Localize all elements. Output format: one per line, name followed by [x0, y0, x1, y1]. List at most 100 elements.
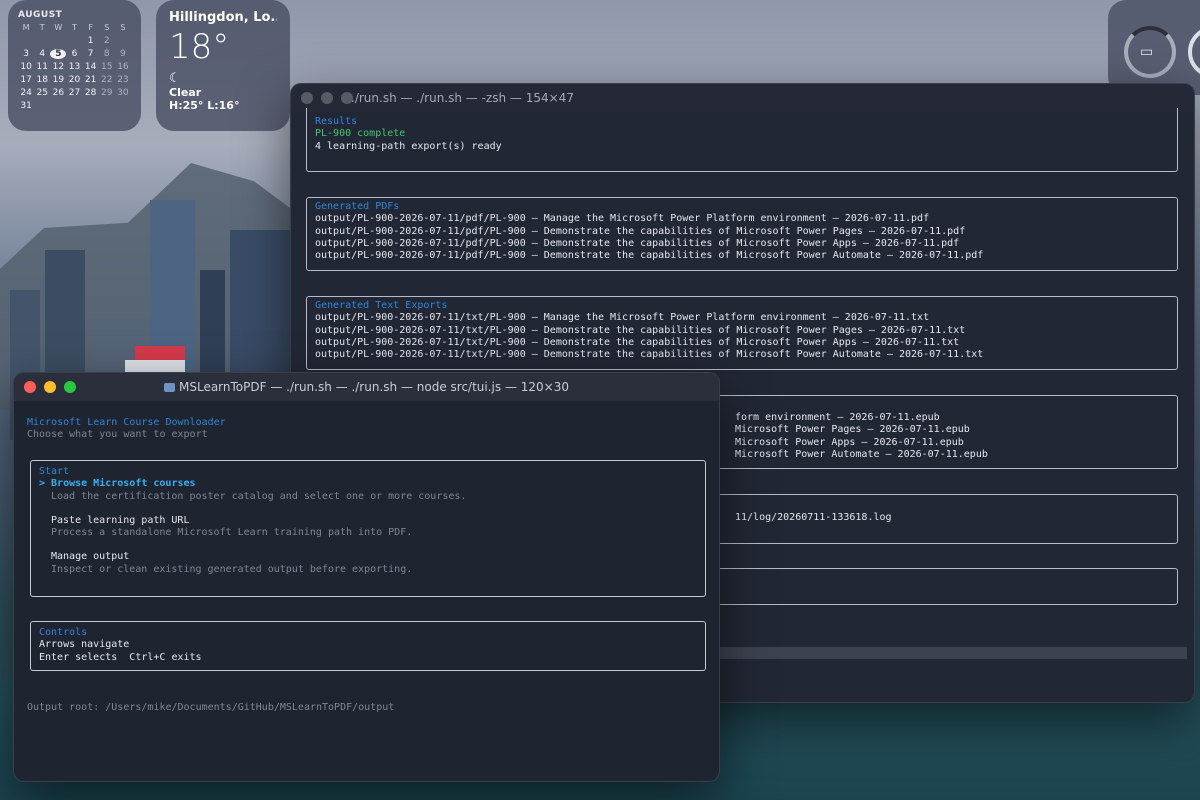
controls-panel: Controls Arrows navigate Enter selects C…: [30, 621, 706, 671]
calendar-day: 23: [117, 75, 129, 85]
calendar-day: 3: [23, 49, 29, 59]
app-header: Microsoft Learn Course Downloader Choose…: [27, 417, 226, 442]
calendar-day: 18: [36, 75, 48, 85]
epub-line[interactable]: Microsoft Power Automate – 2026-07-11.ep…: [735, 449, 1169, 461]
calendar-day: 11: [36, 62, 48, 72]
results-panel: Results PL-900 complete 4 learning-path …: [306, 108, 1178, 172]
calendar-day: 20: [68, 75, 81, 85]
controls-heading: Controls: [39, 627, 88, 638]
weather-condition: Clear: [169, 86, 202, 99]
weather-widget[interactable]: Hillingdon, Lo... ➤ 18° ☾ Clear H:25° L:…: [156, 0, 290, 131]
controls-line: Arrows navigate: [39, 639, 130, 651]
calendar-day: 31: [20, 101, 32, 111]
start-menu-panel: Start > Browse Microsoft courses Load th…: [30, 460, 706, 597]
battery-ring: ▭: [1124, 26, 1176, 78]
front-terminal-window[interactable]: MSLearnToPDF — ./run.sh — ./run.sh — nod…: [13, 372, 720, 782]
calendar-day: 27: [68, 88, 81, 98]
epub-line[interactable]: form environment – 2026-07-11.epub: [735, 412, 1169, 424]
calendar-day: 2: [103, 36, 110, 46]
calendar-weekday: S: [120, 23, 126, 32]
calendar-day: 13: [68, 62, 81, 72]
calendar-weekday: F: [88, 23, 93, 32]
log-line[interactable]: 11/log/20260711-133618.log: [735, 512, 1169, 524]
calendar-month: AUGUST: [18, 10, 63, 20]
calendar-day: [115, 101, 131, 111]
laptop-icon: ▭: [1140, 44, 1154, 60]
calendar-day: [50, 101, 66, 111]
menu-option-label: Paste learning path URL: [51, 514, 190, 526]
calendar-day: [66, 101, 82, 111]
menu-option-paste-url[interactable]: Paste learning path URL Process a standa…: [39, 515, 697, 540]
wallpaper-building: [135, 346, 185, 360]
txt-line[interactable]: output/PL-900-2026-07-11/txt/PL-900 – De…: [315, 325, 1169, 337]
epub-line[interactable]: Microsoft Power Pages – 2026-07-11.epub: [735, 424, 1169, 436]
calendar-day: [34, 101, 50, 111]
calendar-day: 21: [84, 75, 97, 85]
moon-icon: ☾: [169, 71, 181, 86]
calendar-weekday: M: [22, 23, 30, 32]
txt-line[interactable]: output/PL-900-2026-07-11/txt/PL-900 – De…: [315, 337, 1169, 349]
calendar-day: 6: [71, 49, 78, 59]
front-terminal-titlebar[interactable]: MSLearnToPDF — ./run.sh — ./run.sh — nod…: [14, 373, 719, 401]
menu-option-manage-output[interactable]: Manage output Inspect or clean existing …: [39, 551, 697, 576]
weather-high-low: H:25° L:16°: [169, 99, 240, 112]
calendar-widget[interactable]: AUGUST M T W T F S S 1 2 3 4 5 6 7 8 9 10 11 12 13 14 15 16 17 1…: [8, 0, 141, 131]
pdf-line[interactable]: output/PL-900-2026-07-11/pdf/PL-900 – De…: [315, 226, 1169, 238]
calendar-day: 19: [52, 75, 65, 85]
menu-option-browse-courses[interactable]: > Browse Microsoft courses Load the cert…: [39, 478, 697, 503]
calendar-day: [66, 36, 82, 46]
front-terminal-title: MSLearnToPDF — ./run.sh — ./run.sh — nod…: [179, 380, 569, 394]
calendar-day: 10: [20, 62, 32, 72]
calendar-day: 7: [87, 49, 94, 59]
calendar-day: 22: [101, 75, 113, 85]
calendar-day: [83, 101, 99, 111]
controls-line: Enter selects Ctrl+C exits: [39, 651, 202, 663]
start-heading: Start: [39, 466, 70, 477]
calendar-day: [115, 36, 131, 46]
app-title: Microsoft Learn Course Downloader: [27, 417, 226, 428]
pdfs-heading: Generated PDFs: [315, 201, 400, 212]
calendar-day: [99, 101, 115, 111]
calendar-day: 1: [87, 36, 94, 46]
epub-line[interactable]: Microsoft Power Apps – 2026-07-11.epub: [735, 437, 1169, 449]
txt-line[interactable]: output/PL-900-2026-07-11/txt/PL-900 – De…: [315, 349, 1169, 361]
menu-option-description: Inspect or clean existing generated outp…: [51, 563, 413, 575]
calendar-weekday: T: [39, 23, 45, 32]
back-terminal-title: ./run.sh — ./run.sh — -zsh — 154×47: [351, 91, 574, 105]
calendar-day: 30: [117, 88, 129, 98]
minimize-button[interactable]: [321, 92, 333, 104]
calendar-day: 15: [101, 62, 113, 72]
menu-option-label: Manage output: [51, 551, 130, 563]
pdf-line[interactable]: output/PL-900-2026-07-11/pdf/PL-900 – Ma…: [315, 213, 1169, 225]
calendar-day: 9: [120, 49, 126, 59]
calendar-day: 16: [117, 62, 129, 72]
calendar-weekday: T: [72, 23, 77, 32]
calendar-day: 4: [39, 49, 46, 59]
results-status: PL-900 complete: [315, 128, 406, 140]
calendar-grid: M T W T F S S 1 2 3 4 5 6 7 8 9 10 11 12 13 14 15 16 17 18 19 20 21…: [18, 23, 131, 111]
weather-temperature: 18°: [169, 27, 230, 67]
results-heading: Results: [315, 116, 358, 127]
calendar-day: 14: [84, 62, 97, 72]
output-root-path: Output root: /Users/mike/Documents/GitHu…: [27, 702, 395, 713]
results-summary: 4 learning-path export(s) ready: [315, 140, 502, 152]
calendar-day: [50, 36, 66, 46]
pdf-line[interactable]: output/PL-900-2026-07-11/pdf/PL-900 – De…: [315, 238, 1169, 250]
calendar-day: 28: [84, 88, 97, 98]
txt-line[interactable]: output/PL-900-2026-07-11/txt/PL-900 – Ma…: [315, 312, 1169, 324]
front-terminal-title-row: MSLearnToPDF — ./run.sh — ./run.sh — nod…: [14, 380, 719, 394]
calendar-day: 29: [101, 88, 113, 98]
weather-location: Hillingdon, Lo... ➤: [169, 10, 277, 25]
generated-pdfs-panel: Generated PDFs output/PL-900-2026-07-11/…: [306, 197, 1178, 271]
calendar-weekday: W: [54, 23, 63, 32]
calendar-day: 26: [52, 88, 65, 98]
menu-option-label: > Browse Microsoft courses: [39, 478, 196, 490]
calendar-day: 8: [103, 49, 110, 59]
pdf-line[interactable]: output/PL-900-2026-07-11/pdf/PL-900 – De…: [315, 250, 1169, 262]
close-button[interactable]: [301, 92, 313, 104]
battery-widget[interactable]: ▭: [1108, 0, 1200, 95]
calendar-day: [18, 36, 34, 46]
app-subtitle: Choose what you want to export: [27, 429, 208, 441]
generated-text-exports-panel: Generated Text Exports output/PL-900-202…: [306, 296, 1178, 370]
calendar-day: 12: [52, 62, 65, 72]
